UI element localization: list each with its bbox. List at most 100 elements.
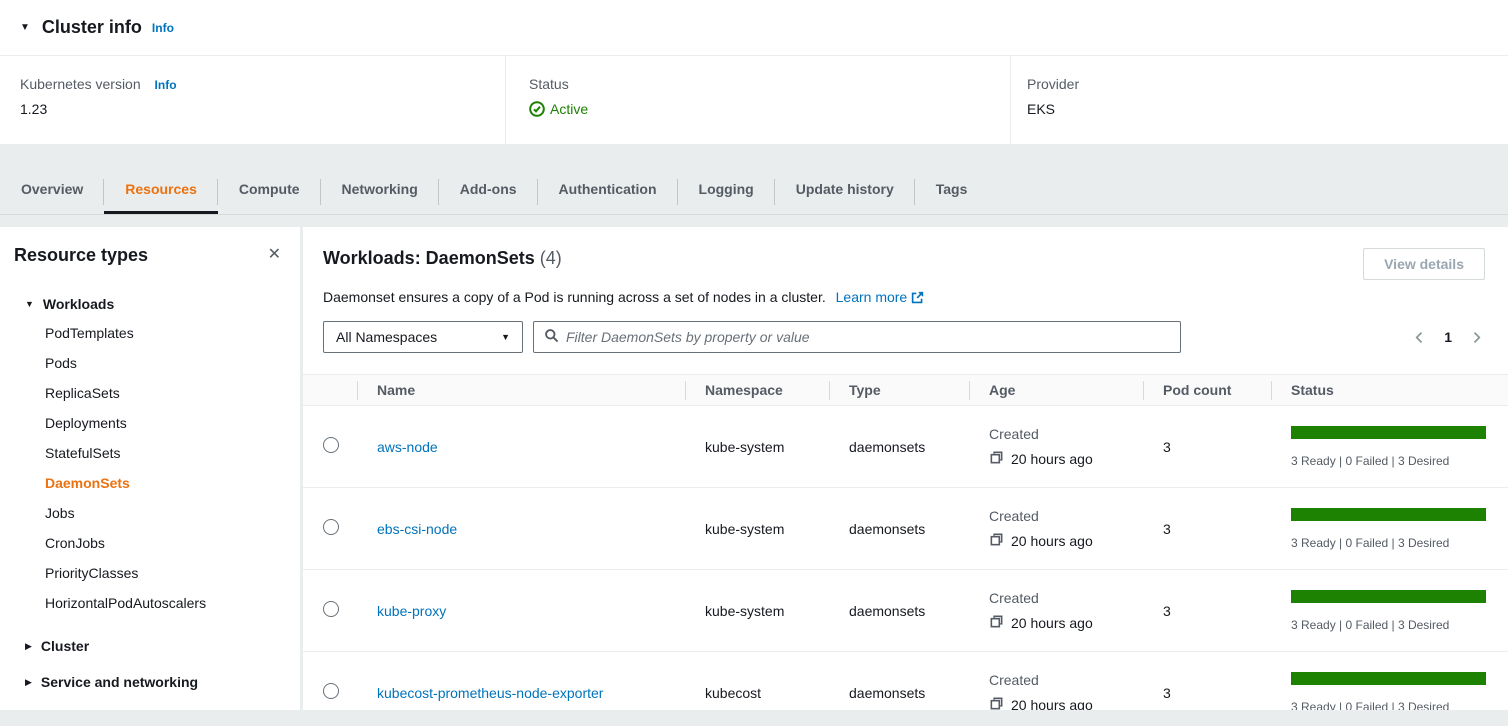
sidebar-item-statefulsets[interactable]: StatefulSets (14, 438, 285, 468)
sidebar-item-horizontalpodautoscalers[interactable]: HorizontalPodAutoscalers (14, 588, 285, 618)
namespace-select[interactable]: All Namespaces ▼ (323, 321, 523, 353)
tab-logging[interactable]: Logging (678, 171, 775, 214)
namespace-cell: kube-system (685, 570, 829, 652)
namespace-select-value: All Namespaces (336, 329, 437, 345)
sidebar-item-jobs[interactable]: Jobs (14, 498, 285, 528)
provider-label: Provider (1027, 76, 1508, 92)
tree-group-service-networking-header[interactable]: ▶ Service and networking (14, 674, 285, 690)
age-cell: Created 20 hours ago (969, 570, 1143, 652)
column-header-age[interactable]: Age (969, 375, 1143, 406)
content-area: Resource types ✕ ▼ Workloads PodTemplate… (0, 215, 1508, 710)
pod-count-cell: 3 (1143, 570, 1271, 652)
age-cell: Created 20 hours ago (969, 652, 1143, 711)
row-radio-button[interactable] (323, 519, 339, 535)
namespace-cell: kubecost (685, 652, 829, 711)
collapse-caret-icon[interactable]: ▼ (20, 22, 30, 33)
row-radio-button[interactable] (323, 601, 339, 617)
kubernetes-version-info-link[interactable]: Info (155, 78, 177, 92)
close-icon[interactable]: ✕ (264, 245, 285, 265)
daemonset-name-link[interactable]: aws-node (377, 439, 438, 455)
kubernetes-version-field: Kubernetes version Info 1.23 (0, 56, 505, 144)
caret-down-icon: ▼ (25, 299, 34, 309)
type-cell: daemonsets (829, 406, 969, 488)
tab-resources[interactable]: Resources (104, 171, 218, 214)
status-caption: 3 Ready | 0 Failed | 3 Desired (1291, 618, 1508, 632)
sidebar-item-deployments[interactable]: Deployments (14, 408, 285, 438)
sidebar-item-priorityclasses[interactable]: PriorityClasses (14, 558, 285, 588)
status-caption: 3 Ready | 0 Failed | 3 Desired (1291, 700, 1508, 711)
copy-icon[interactable] (989, 532, 1004, 550)
copy-icon[interactable] (989, 614, 1004, 632)
type-cell: daemonsets (829, 488, 969, 570)
sidebar-item-pods[interactable]: Pods (14, 348, 285, 378)
row-radio-button[interactable] (323, 683, 339, 699)
copy-icon[interactable] (989, 696, 1004, 711)
search-box (533, 321, 1181, 353)
tab-compute[interactable]: Compute (218, 171, 321, 214)
provider-field: Provider EKS (1010, 56, 1508, 144)
kubernetes-version-label: Kubernetes version Info (20, 76, 505, 92)
daemonsets-count: (4) (540, 248, 562, 268)
tab-update-history[interactable]: Update history (775, 171, 915, 214)
sidebar-item-replicasets[interactable]: ReplicaSets (14, 378, 285, 408)
sidebar-item-podtemplates[interactable]: PodTemplates (14, 318, 285, 348)
table-row: kubecost-prometheus-node-exporter kubeco… (303, 652, 1508, 711)
status-progress-bar (1291, 672, 1486, 685)
status-progress-bar (1291, 426, 1486, 439)
check-circle-icon (529, 101, 545, 117)
age-cell: Created 20 hours ago (969, 488, 1143, 570)
daemonset-name-link[interactable]: kubecost-prometheus-node-exporter (377, 685, 603, 701)
tab-tags[interactable]: Tags (915, 171, 989, 214)
tree-group-workloads-header[interactable]: ▼ Workloads (14, 296, 285, 312)
status-value: Active (529, 101, 1010, 117)
pod-count-cell: 3 (1143, 488, 1271, 570)
type-cell: daemonsets (829, 570, 969, 652)
tab-overview[interactable]: Overview (0, 171, 104, 214)
daemonset-name-link[interactable]: kube-proxy (377, 603, 446, 619)
cluster-tabs: Overview Resources Compute Networking Ad… (0, 171, 1508, 214)
next-page-icon[interactable] (1468, 329, 1485, 346)
caret-down-icon: ▼ (501, 332, 510, 342)
resource-tree: ▼ Workloads PodTemplates Pods ReplicaSet… (14, 296, 285, 690)
column-header-name[interactable]: Name (357, 375, 685, 406)
kubernetes-version-value: 1.23 (20, 101, 505, 117)
age-cell: Created 20 hours ago (969, 406, 1143, 488)
status-caption: 3 Ready | 0 Failed | 3 Desired (1291, 454, 1508, 468)
search-input[interactable] (566, 329, 1170, 345)
status-cell: 3 Ready | 0 Failed | 3 Desired (1271, 570, 1508, 652)
table-row: kube-proxy kube-system daemonsets Create… (303, 570, 1508, 652)
column-header-pod-count[interactable]: Pod count (1143, 375, 1271, 406)
status-cell: 3 Ready | 0 Failed | 3 Desired (1271, 652, 1508, 711)
namespace-cell: kube-system (685, 406, 829, 488)
row-radio-button[interactable] (323, 437, 339, 453)
tab-networking[interactable]: Networking (321, 171, 439, 214)
daemonsets-title: Workloads: DaemonSets (4) (323, 248, 562, 269)
select-all-column-header (303, 375, 357, 406)
copy-icon[interactable] (989, 450, 1004, 468)
page-title: Cluster info (42, 17, 142, 38)
sidebar-item-cronjobs[interactable]: CronJobs (14, 528, 285, 558)
daemonsets-description: Daemonset ensures a copy of a Pod is run… (303, 280, 1508, 307)
table-row: ebs-csi-node kube-system daemonsets Crea… (303, 488, 1508, 570)
daemonset-name-link[interactable]: ebs-csi-node (377, 521, 457, 537)
tree-group-cluster: ▶ Cluster (14, 638, 285, 654)
table-row: aws-node kube-system daemonsets Created … (303, 406, 1508, 488)
status-progress-bar (1291, 508, 1486, 521)
caret-right-icon: ▶ (25, 641, 32, 652)
learn-more-link[interactable]: Learn more (836, 289, 908, 305)
type-cell: daemonsets (829, 652, 969, 711)
resource-types-sidebar: Resource types ✕ ▼ Workloads PodTemplate… (0, 227, 300, 710)
current-page[interactable]: 1 (1444, 329, 1452, 345)
tree-group-cluster-header[interactable]: ▶ Cluster (14, 638, 285, 654)
tab-add-ons[interactable]: Add-ons (439, 171, 538, 214)
previous-page-icon[interactable] (1411, 329, 1428, 346)
column-header-namespace[interactable]: Namespace (685, 375, 829, 406)
cluster-info-info-link[interactable]: Info (152, 21, 174, 35)
tab-authentication[interactable]: Authentication (538, 171, 678, 214)
view-details-button[interactable]: View details (1363, 248, 1485, 280)
column-header-type[interactable]: Type (829, 375, 969, 406)
column-header-status[interactable]: Status (1271, 375, 1508, 406)
daemonsets-panel: Workloads: DaemonSets (4) View details D… (303, 227, 1508, 710)
sidebar-item-daemonsets[interactable]: DaemonSets (14, 468, 285, 498)
pod-count-cell: 3 (1143, 406, 1271, 488)
